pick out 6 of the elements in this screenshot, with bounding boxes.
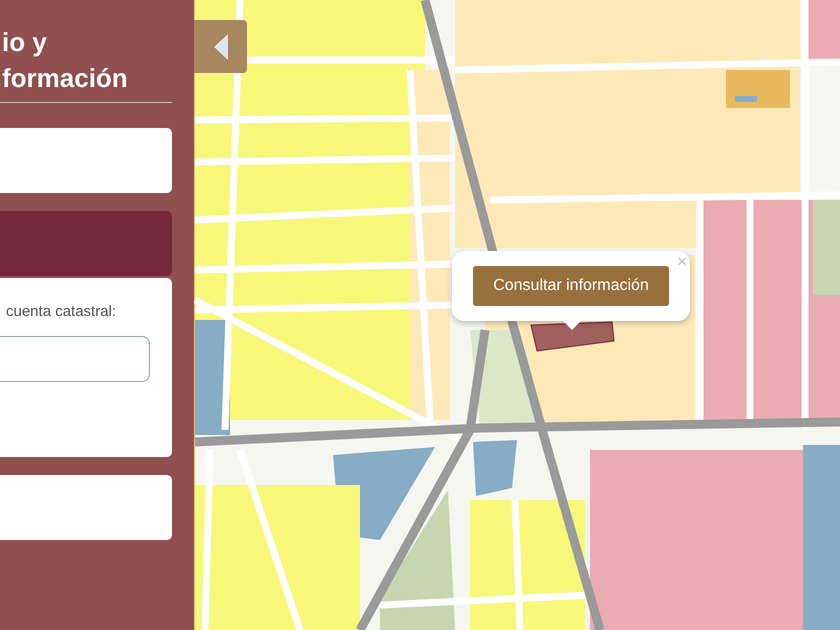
field-label: cuenta catastral: (6, 302, 118, 322)
left-triangle-icon (212, 34, 228, 60)
panel-title: io y formación (2, 26, 129, 95)
consult-button[interactable]: Consultar información (473, 266, 669, 306)
collapse-button[interactable] (194, 20, 247, 73)
input-field[interactable] (0, 336, 150, 382)
